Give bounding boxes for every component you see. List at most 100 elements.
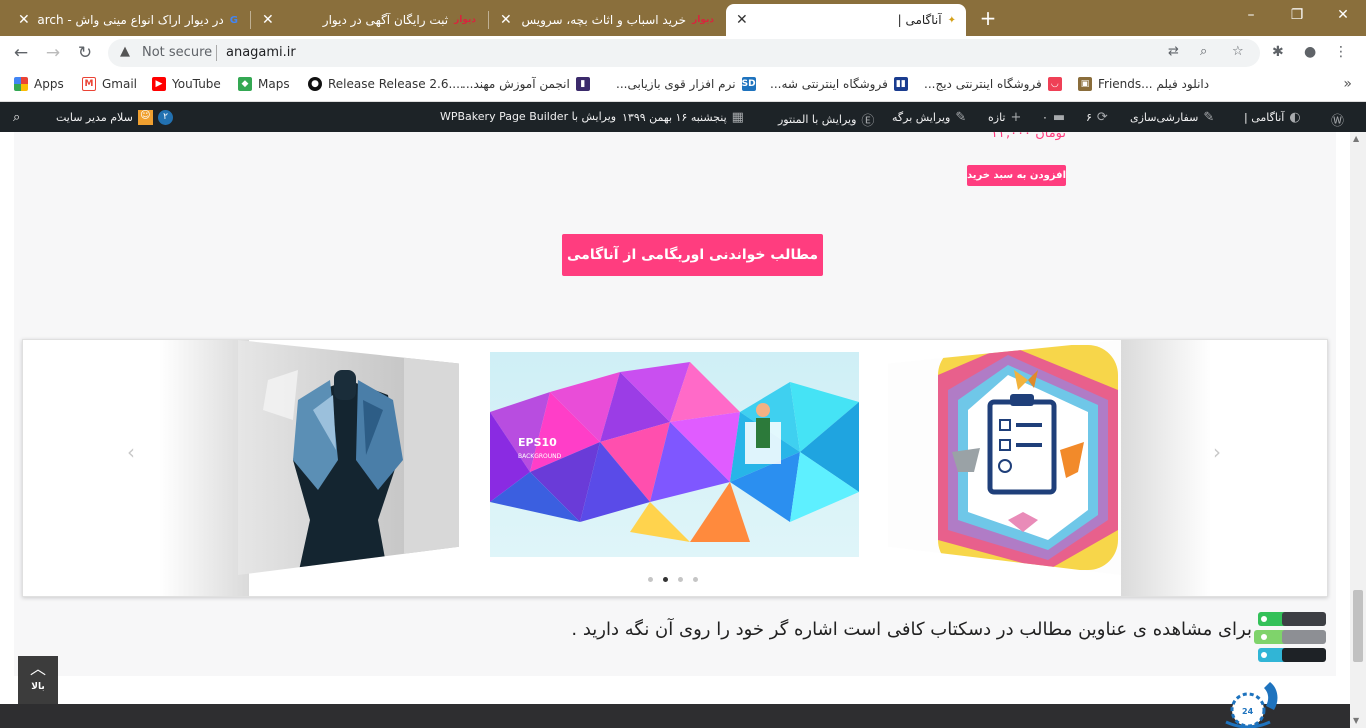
sd-icon: SD	[741, 77, 756, 91]
origami-dress-image	[263, 350, 459, 575]
wp-edit-page-label: ویرایش برگه	[892, 111, 951, 124]
bookmark-label: YouTube	[172, 77, 221, 91]
minimize-button[interactable]: –	[1228, 0, 1274, 30]
bookmark-forum[interactable]: ▮ انجمن آموزش مهند...	[462, 77, 590, 91]
close-tab-icon[interactable]: ✕	[736, 12, 748, 28]
back-arrow-icon[interactable]: ←	[8, 40, 34, 66]
carousel-dot[interactable]	[678, 577, 683, 582]
extensions-icon[interactable]: ✱	[1272, 44, 1284, 60]
wp-edit-elementor[interactable]: Ⓔ ویرایش با المنتور	[778, 110, 874, 129]
wp-customize[interactable]: ✎ سفارشی‌سازی	[1130, 110, 1214, 125]
carousel-pagination	[648, 577, 698, 582]
forum-icon: ▮	[575, 77, 590, 91]
hover-hint-text: برای مشاهده ی عناوین مطالب در دسکتاب کاف…	[571, 619, 1252, 640]
refresh-icon: ⟳	[1096, 110, 1108, 125]
close-tab-icon[interactable]: ✕	[500, 12, 512, 28]
scrollbar-thumb[interactable]	[1353, 590, 1363, 662]
bookmark-label: نرم افزار قوی بازیابی...	[616, 77, 736, 91]
gmail-icon: M	[82, 77, 96, 91]
apps-grid-icon	[14, 77, 28, 91]
reload-icon[interactable]: ↻	[72, 40, 98, 66]
bookmark-github[interactable]: ● Release Release 2.6....	[308, 77, 464, 91]
page-scrollbar[interactable]: ▲ ▼	[1350, 132, 1366, 728]
more-bookmarks-icon[interactable]: »	[1343, 76, 1352, 92]
zoom-search-icon[interactable]: ⌕	[1200, 44, 1207, 59]
tab-divar-furniture[interactable]: دیوار خرید اسباب و اثاث بچه، سرویس خواب …	[490, 4, 724, 36]
bookmark-film[interactable]: ▣ Friends... دانلود فیلم	[1078, 77, 1209, 91]
carousel-dot[interactable]	[693, 577, 698, 582]
profile-icon[interactable]: ●	[1304, 44, 1316, 60]
browser-toolbar: ← → ↻ ▲ Not secure anagami.ir ⇄ ⌕ ☆ ✱ ● …	[0, 36, 1366, 70]
menu-kebab-icon[interactable]: ⋮	[1334, 44, 1348, 60]
bookmark-apps[interactable]: Apps	[14, 77, 64, 91]
security-status[interactable]: Not secure	[142, 45, 212, 60]
avatar: ☺	[137, 110, 153, 125]
wordpress-logo-icon[interactable]: Ⓦ	[1326, 110, 1344, 129]
bookmark-recovery[interactable]: SD نرم افزار قوی بازیابی...	[616, 77, 756, 91]
slide-polygon-background[interactable]: EPS10 BACKGROUND	[490, 352, 859, 557]
bookmark-label: فروشگاه اینترنتی دیج...	[924, 77, 1042, 91]
tab-title: ثبت رایگان آگهی در دیوار	[322, 13, 449, 27]
bookmark-label: Friends... دانلود فیلم	[1098, 77, 1210, 91]
wp-site-name[interactable]: ◐ آناگامی |	[1244, 110, 1301, 125]
slide-origami-checklist[interactable]	[888, 340, 1121, 575]
omnibox-divider	[216, 45, 217, 61]
carousel-dot[interactable]	[648, 577, 653, 582]
wp-updates[interactable]: ⟳ ۶	[1086, 110, 1108, 125]
eps-label: EPS10	[518, 436, 557, 449]
wp-new[interactable]: + تازه	[988, 110, 1021, 125]
wp-edit-wpbakery-label: ویرایش با WPBakery Page Builder	[440, 110, 617, 123]
bookmark-maps[interactable]: ◆ Maps	[238, 77, 290, 91]
wp-notifications[interactable]: ۲	[152, 110, 173, 125]
wp-date-label: پنجشنبه ۱۶ بهمن ۱۳۹۹	[622, 111, 727, 124]
github-icon: ●	[308, 77, 322, 91]
support-phone-icon[interactable]: 24	[1220, 678, 1284, 728]
infographic-icon	[1254, 612, 1326, 662]
bookmark-label: Maps	[258, 77, 290, 91]
bookmark-label: انجمن آموزش مهند...	[462, 77, 570, 91]
translate-icon[interactable]: ⇄	[1168, 44, 1179, 59]
carousel-dot-active[interactable]	[663, 577, 668, 582]
close-tab-icon[interactable]: ✕	[262, 12, 274, 28]
bookmark-digikala[interactable]: ◡ فروشگاه اینترنتی دیج...	[924, 77, 1062, 91]
address-bar[interactable]: ▲ Not secure anagami.ir ⇄ ⌕ ☆	[108, 39, 1260, 67]
bookmark-shop1[interactable]: ▮▮ فروشگاه اینترنتی شه...	[770, 77, 908, 91]
maximize-button[interactable]: ❐	[1274, 0, 1320, 30]
bookmark-gmail[interactable]: M Gmail	[82, 77, 137, 91]
wp-search[interactable]: ⌕	[8, 110, 20, 125]
tab-title: در دیوار اراک انواع مینی واش - Search	[37, 13, 224, 27]
wp-account[interactable]: ☺ سلام مدیر سایت	[56, 110, 153, 125]
tab-anagami[interactable]: ✦ آناگامی | ✕	[726, 4, 966, 36]
wp-comments[interactable]: ▬ ۰	[1042, 110, 1065, 125]
notification-badge: ۲	[158, 110, 173, 125]
add-to-cart-button[interactable]: افزودن به سبد خرید	[967, 165, 1066, 186]
carousel-next-arrow[interactable]: ›	[1213, 440, 1221, 464]
back-to-top-button[interactable]: ︿ بالا	[18, 656, 58, 704]
tab-title: خرید اسباب و اثاث بچه، سرویس خواب	[520, 13, 687, 27]
new-tab-button[interactable]: +	[976, 6, 1000, 30]
origami-checklist-image	[938, 345, 1118, 570]
scroll-down-icon[interactable]: ▼	[1353, 716, 1359, 725]
url-text[interactable]: anagami.ir	[226, 45, 296, 60]
wp-edit-wpbakery[interactable]: ویرایش با WPBakery Page Builder	[440, 110, 616, 123]
close-tab-icon[interactable]: ✕	[18, 12, 30, 28]
wp-edit-page[interactable]: ✎ ویرایش برگه	[892, 110, 966, 125]
support-label: 24	[1242, 707, 1254, 716]
carousel-prev-arrow[interactable]: ‹	[127, 440, 135, 464]
warning-icon[interactable]: ▲	[120, 44, 130, 59]
bookmark-youtube[interactable]: ▶ YouTube	[152, 77, 221, 91]
film-icon: ▣	[1078, 77, 1092, 91]
elementor-icon: Ⓔ	[861, 114, 875, 129]
tab-divar-post[interactable]: دیوار ثبت رایگان آگهی در دیوار ✕	[252, 4, 486, 36]
digikala-icon: ◡	[1047, 77, 1062, 91]
wp-greeting-label: سلام مدیر سایت	[56, 111, 133, 124]
bookmark-star-icon[interactable]: ☆	[1232, 44, 1244, 59]
image-carousel: EPS10 BACKGROUND ‹ ›	[22, 339, 1328, 597]
polygon-art-image: EPS10 BACKGROUND	[490, 362, 859, 542]
scroll-up-icon[interactable]: ▲	[1353, 134, 1359, 143]
tab-search[interactable]: G در دیوار اراک انواع مینی واش - Search …	[8, 4, 248, 36]
forward-arrow-icon[interactable]: →	[40, 40, 66, 66]
close-window-button[interactable]: ✕	[1320, 0, 1366, 30]
slide-origami-dress[interactable]	[238, 340, 459, 575]
read-articles-button[interactable]: مطالب خواندنی اوریگامی از آناگامی	[562, 234, 823, 276]
